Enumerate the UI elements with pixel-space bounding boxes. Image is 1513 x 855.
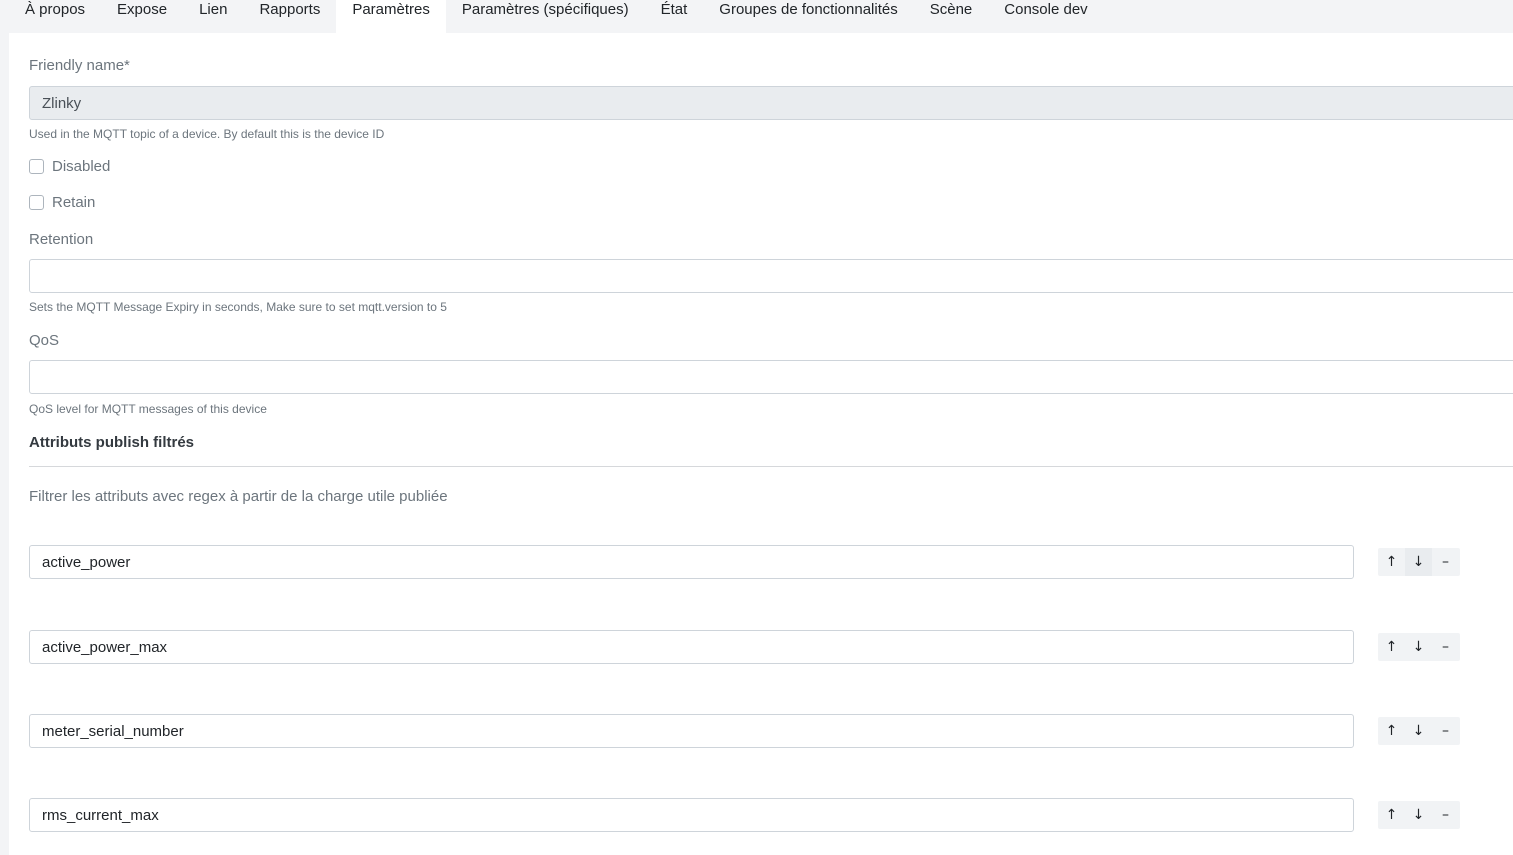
settings-panel: Friendly name* Used in the MQTT topic of… — [9, 33, 1513, 855]
move-up-button[interactable]: ↑ — [1378, 548, 1405, 576]
qos-label: QoS — [29, 332, 60, 349]
tab-expose[interactable]: Expose — [101, 0, 183, 33]
tab-settings-specific[interactable]: Paramètres (spécifiques) — [446, 0, 645, 33]
qos-help: QoS level for MQTT messages of this devi… — [29, 402, 267, 416]
tab-dev-console[interactable]: Console dev — [988, 0, 1103, 33]
disabled-checkbox[interactable] — [29, 159, 44, 174]
move-up-button[interactable]: ↑ — [1378, 801, 1405, 829]
filter-item-input[interactable] — [29, 545, 1354, 579]
tab-reporting[interactable]: Rapports — [243, 0, 336, 33]
tab-about[interactable]: À propos — [9, 0, 101, 33]
qos-input[interactable] — [29, 360, 1513, 394]
retention-help: Sets the MQTT Message Expiry in seconds,… — [29, 300, 447, 314]
tab-bind[interactable]: Lien — [183, 0, 243, 33]
friendly-name-input[interactable] — [29, 86, 1513, 120]
remove-button[interactable]: – — [1432, 548, 1459, 576]
filter-item-input[interactable] — [29, 630, 1354, 664]
tab-scene[interactable]: Scène — [914, 0, 989, 33]
move-down-button[interactable]: ↓ — [1405, 633, 1432, 661]
move-up-button[interactable]: ↑ — [1378, 633, 1405, 661]
move-down-button[interactable]: ↓ — [1405, 548, 1432, 576]
filter-item-controls: ↑ ↓ – — [1378, 633, 1460, 661]
disabled-row: Disabled — [29, 158, 110, 175]
tab-bar: À propos Expose Lien Rapports Paramètres… — [0, 0, 1513, 33]
tab-settings[interactable]: Paramètres — [336, 0, 446, 33]
friendly-name-help: Used in the MQTT topic of a device. By d… — [29, 127, 385, 141]
move-down-button[interactable]: ↓ — [1405, 801, 1432, 829]
remove-button[interactable]: – — [1432, 633, 1459, 661]
move-down-button[interactable]: ↓ — [1405, 717, 1432, 745]
retain-label: Retain — [52, 194, 96, 211]
disabled-label: Disabled — [52, 158, 111, 175]
filtered-attributes-description: Filtrer les attributs avec regex à parti… — [29, 488, 448, 505]
filter-item-input[interactable] — [29, 714, 1354, 748]
remove-button[interactable]: – — [1432, 801, 1459, 829]
filter-item-controls: ↑ ↓ – — [1378, 801, 1460, 829]
filter-item-controls: ↑ ↓ – — [1378, 548, 1460, 576]
retention-label: Retention — [29, 231, 94, 248]
filter-item-controls: ↑ ↓ – — [1378, 717, 1460, 745]
section-divider — [29, 466, 1513, 467]
friendly-name-label: Friendly name* — [29, 57, 130, 74]
remove-button[interactable]: – — [1432, 717, 1459, 745]
tab-clusters[interactable]: Groupes de fonctionnalités — [703, 0, 913, 33]
retain-checkbox[interactable] — [29, 195, 44, 210]
retain-row: Retain — [29, 194, 95, 211]
filtered-attributes-title: Attributs publish filtrés — [29, 434, 194, 451]
move-up-button[interactable]: ↑ — [1378, 717, 1405, 745]
retention-input[interactable] — [29, 259, 1513, 293]
tab-state[interactable]: État — [645, 0, 704, 33]
filter-item-input[interactable] — [29, 798, 1354, 832]
